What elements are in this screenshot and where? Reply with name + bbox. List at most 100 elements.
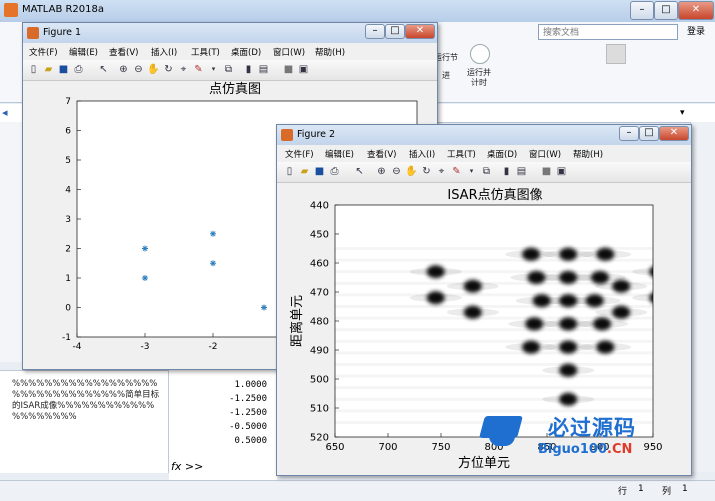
- y-tick-label: 0: [65, 304, 71, 314]
- y-tick-label: 4: [65, 186, 71, 196]
- search-documentation-input[interactable]: 搜索文档: [538, 24, 678, 40]
- ribbon-advance-label[interactable]: 进: [436, 70, 456, 81]
- open-file-icon[interactable]: ▰: [42, 63, 55, 76]
- brush-dropdown-icon[interactable]: ▾: [207, 63, 220, 76]
- x-tick-label: -4: [73, 342, 82, 352]
- menu-insert[interactable]: 插入(I): [151, 46, 177, 58]
- legend-icon[interactable]: ▤: [515, 165, 528, 178]
- menu-tools[interactable]: 工具(T): [447, 148, 476, 160]
- colorbar-icon[interactable]: ▮: [500, 165, 513, 178]
- figure2-minimize-button[interactable]: –: [619, 126, 639, 141]
- brush-icon[interactable]: ✎: [450, 165, 463, 178]
- print-icon[interactable]: ⎙: [328, 165, 341, 178]
- rotate-3d-icon[interactable]: ↻: [162, 63, 175, 76]
- x-tick-label: 700: [378, 442, 397, 453]
- save-icon[interactable]: ■: [57, 63, 70, 76]
- close-button[interactable]: ✕: [678, 1, 714, 20]
- watermark-logo-domain: Biguo100.CN: [538, 442, 632, 457]
- blob-core: [522, 340, 541, 354]
- brush-dropdown-icon[interactable]: ▾: [465, 165, 478, 178]
- show-plot-tools-icon[interactable]: ▣: [555, 165, 568, 178]
- save-icon[interactable]: ■: [313, 165, 326, 178]
- watermark-logo-text: 必过源码: [548, 416, 636, 440]
- y-tick-label: 440: [310, 201, 329, 212]
- menu-desktop[interactable]: 桌面(D): [487, 148, 517, 160]
- command-window[interactable]: 1.0000 -1.2500 -1.2500 -0.5000 0.5000 fx…: [169, 370, 277, 480]
- cmd-output-line: -0.5000: [229, 422, 267, 432]
- zoom-out-icon[interactable]: ⊖: [390, 165, 403, 178]
- menu-window[interactable]: 窗口(W): [273, 46, 305, 58]
- blob-core: [463, 279, 482, 293]
- figure-icon: [281, 129, 293, 141]
- ribbon-run-and-time-button[interactable]: 运行并 计时: [462, 68, 496, 88]
- stopwatch-icon[interactable]: [470, 44, 490, 64]
- menu-help[interactable]: 帮助(H): [573, 148, 603, 160]
- menu-edit[interactable]: 编辑(E): [69, 46, 98, 58]
- brush-icon[interactable]: ✎: [192, 63, 205, 76]
- data-cursor-icon[interactable]: ⌖: [435, 165, 448, 178]
- pan-hand-icon[interactable]: ✋: [147, 63, 160, 76]
- menu-view[interactable]: 查看(V): [109, 46, 138, 58]
- figure1-menubar: 文件(F) 编辑(E) 查看(V) 插入(I) 工具(T) 桌面(D) 窗口(W…: [23, 43, 437, 60]
- menu-insert[interactable]: 插入(I): [409, 148, 435, 160]
- blob-core: [522, 247, 541, 261]
- menu-file[interactable]: 文件(F): [285, 148, 314, 160]
- matlab-title-bar: MATLAB R2018a – □ ✕: [0, 0, 715, 23]
- y-tick-label: 450: [310, 230, 329, 241]
- figure1-maximize-button[interactable]: □: [385, 24, 405, 39]
- menu-edit[interactable]: 编辑(E): [325, 148, 354, 160]
- blob-core: [596, 247, 615, 261]
- select-arrow-icon[interactable]: ↖: [353, 165, 366, 178]
- back-arrow-icon[interactable]: ◂: [2, 107, 14, 119]
- figure2-maximize-button[interactable]: □: [639, 126, 659, 141]
- select-arrow-icon[interactable]: ↖: [97, 63, 110, 76]
- blob-core: [559, 340, 578, 354]
- pan-hand-icon[interactable]: ✋: [405, 165, 418, 178]
- open-file-icon[interactable]: ▰: [298, 165, 311, 178]
- figure2-close-button[interactable]: ✕: [659, 126, 689, 141]
- show-plot-tools-icon[interactable]: ▣: [297, 63, 310, 76]
- menu-help[interactable]: 帮助(H): [315, 46, 345, 58]
- link-plot-icon[interactable]: ⧉: [480, 165, 493, 178]
- maximize-button[interactable]: □: [654, 1, 678, 20]
- scatter-point: [261, 304, 267, 311]
- figure1-minimize-button[interactable]: –: [365, 24, 385, 39]
- layout-icon[interactable]: [606, 44, 626, 64]
- rotate-3d-icon[interactable]: ↻: [420, 165, 433, 178]
- link-plot-icon[interactable]: ⧉: [222, 63, 235, 76]
- hide-plot-tools-icon[interactable]: ■: [282, 63, 295, 76]
- menu-window[interactable]: 窗口(W): [529, 148, 561, 160]
- menu-tools[interactable]: 工具(T): [191, 46, 220, 58]
- menu-desktop[interactable]: 桌面(D): [231, 46, 261, 58]
- dropdown-arrow-icon[interactable]: ▾: [680, 107, 692, 119]
- new-figure-icon[interactable]: ▯: [283, 165, 296, 178]
- figure2-toolbar: ▯ ▰ ■ ⎙ ↖ ⊕ ⊖ ✋ ↻ ⌖ ✎ ▾ ⧉ ▮ ▤ ■ ▣: [277, 162, 691, 183]
- colorbar-icon[interactable]: ▮: [242, 63, 255, 76]
- print-icon[interactable]: ⎙: [72, 63, 85, 76]
- blob-core: [612, 279, 631, 293]
- minimize-button[interactable]: –: [630, 1, 654, 20]
- zoom-out-icon[interactable]: ⊖: [132, 63, 145, 76]
- blob-core: [591, 271, 609, 284]
- hide-plot-tools-icon[interactable]: ■: [540, 165, 553, 178]
- x-tick-label: 650: [325, 442, 344, 453]
- blob-core: [532, 294, 551, 308]
- status-col-value: 1: [682, 484, 688, 494]
- figure2-menubar: 文件(F) 编辑(E) 查看(V) 插入(I) 工具(T) 桌面(D) 窗口(W…: [277, 145, 691, 162]
- zoom-in-icon[interactable]: ⊕: [117, 63, 130, 76]
- menu-view[interactable]: 查看(V): [367, 148, 396, 160]
- y-axis-label: 距离单元: [289, 295, 305, 347]
- details-pane: %%%%%%%%%%%%%%%%%%%%%%%%%%%%%%%%简单目标的ISA…: [0, 370, 169, 473]
- watermark-domain-suffix: .CN: [607, 442, 633, 457]
- y-tick-label: 460: [310, 259, 329, 270]
- zoom-in-icon[interactable]: ⊕: [375, 165, 388, 178]
- figure1-close-button[interactable]: ✕: [405, 24, 435, 39]
- menu-file[interactable]: 文件(F): [29, 46, 58, 58]
- command-prompt[interactable]: fx >>: [171, 460, 203, 473]
- blob-core: [559, 392, 578, 406]
- login-button[interactable]: 登录: [682, 24, 710, 40]
- blob-core: [426, 265, 445, 279]
- new-figure-icon[interactable]: ▯: [27, 63, 40, 76]
- legend-icon[interactable]: ▤: [257, 63, 270, 76]
- data-cursor-icon[interactable]: ⌖: [177, 63, 190, 76]
